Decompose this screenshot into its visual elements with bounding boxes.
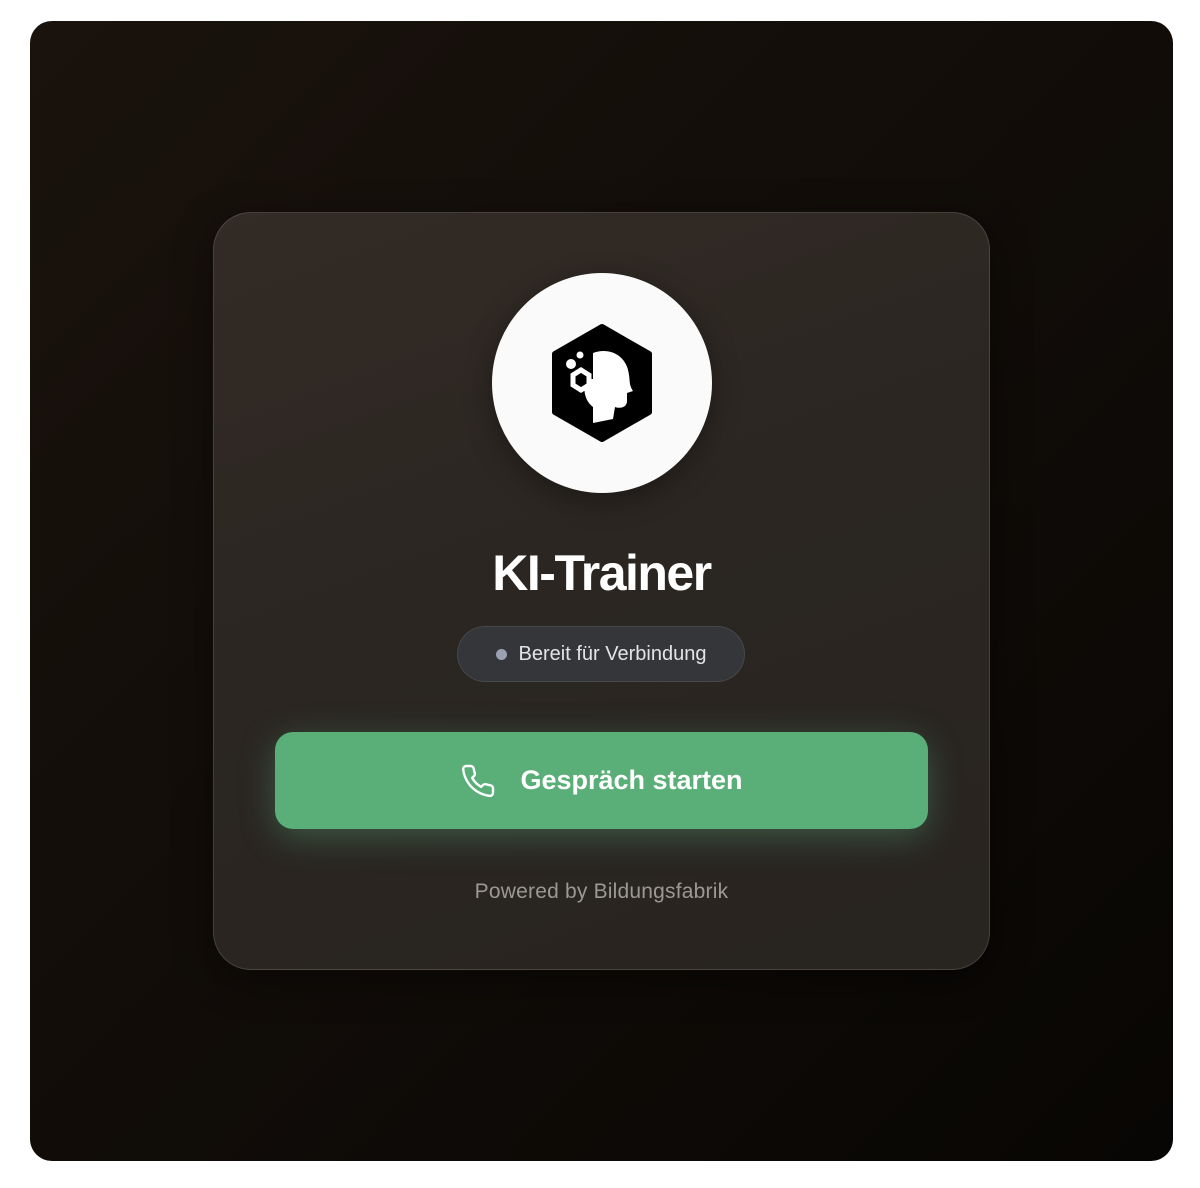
page-title: KI-Trainer — [492, 545, 712, 601]
avatar — [492, 273, 712, 493]
app-background: KI-Trainer Bereit für Verbindung Gespräc… — [30, 21, 1173, 1161]
ai-head-hexagon-icon — [552, 324, 652, 442]
call-card: KI-Trainer Bereit für Verbindung Gespräc… — [213, 212, 990, 970]
powered-by-footer: Powered by Bildungsfabrik — [474, 880, 729, 903]
status-text: Bereit für Verbindung — [518, 642, 707, 665]
phone-icon — [462, 764, 495, 797]
status-dot-icon — [495, 648, 507, 660]
status-badge: Bereit für Verbindung — [457, 626, 745, 682]
start-call-button[interactable]: Gespräch starten — [275, 732, 928, 829]
start-call-label: Gespräch starten — [520, 765, 743, 795]
